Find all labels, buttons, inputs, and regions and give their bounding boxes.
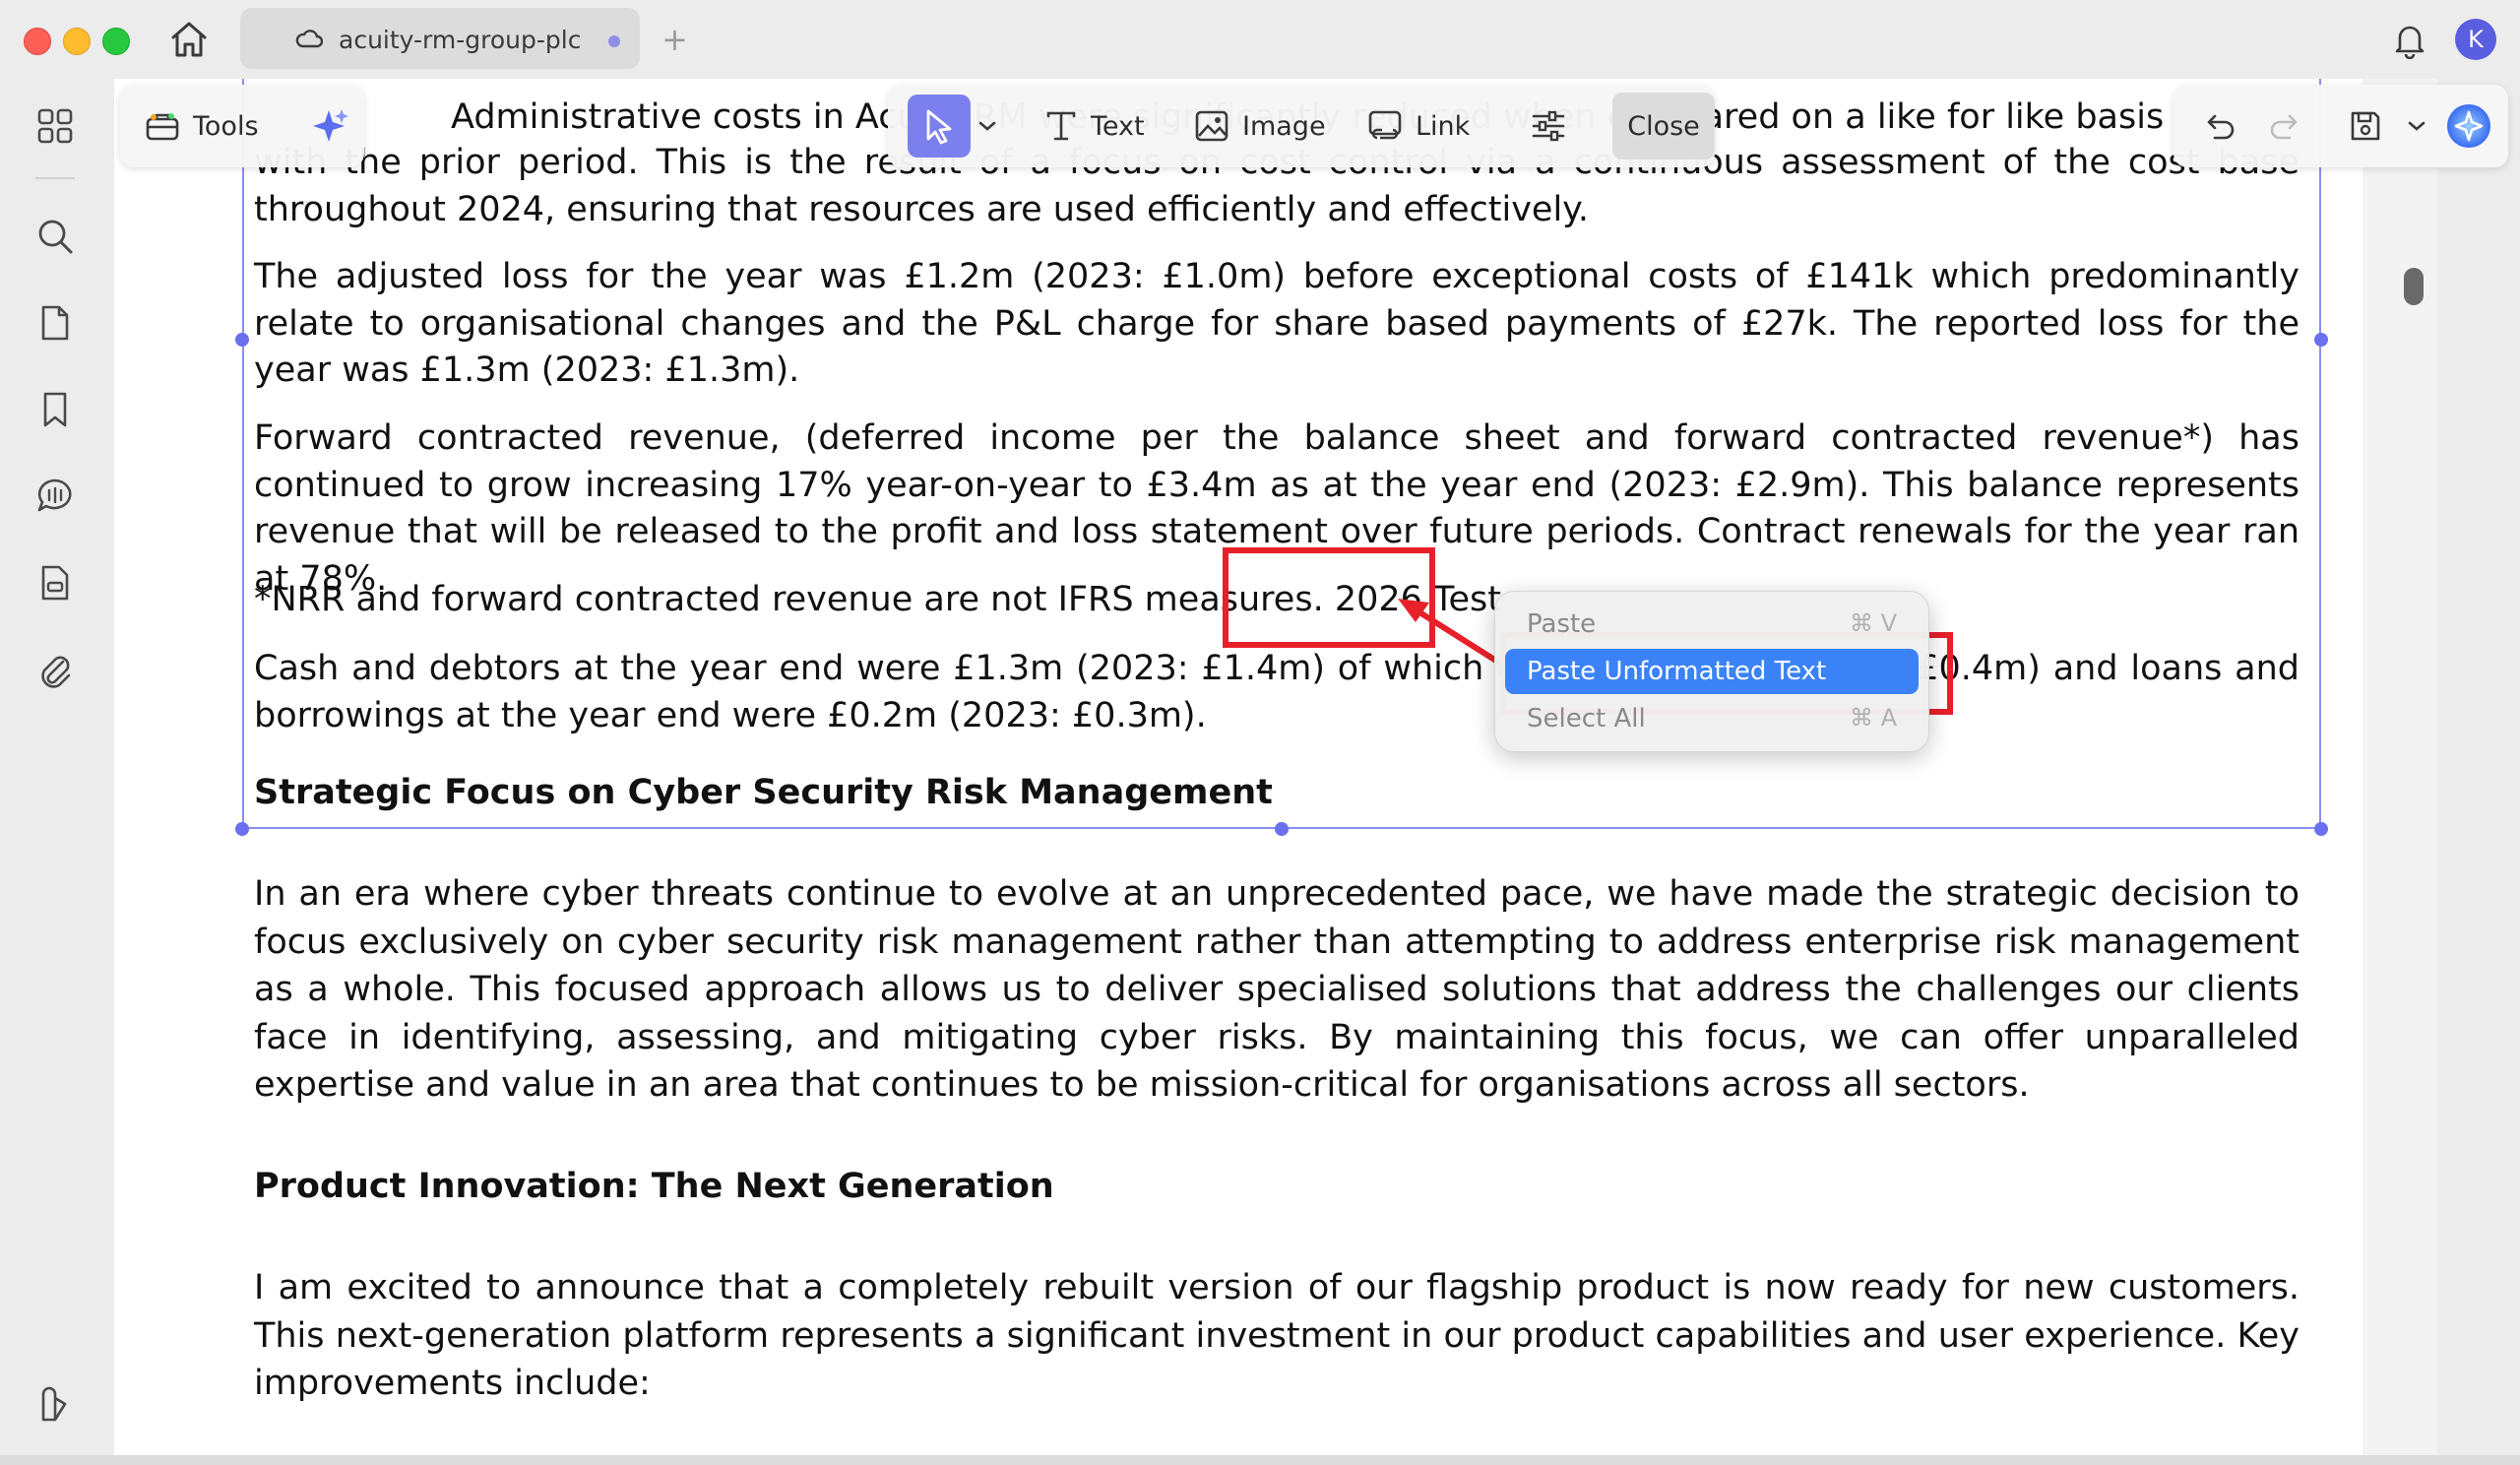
bookmark-icon[interactable] [33,388,77,431]
undo-icon[interactable] [2201,85,2248,167]
tools-toolbar: Tools [120,85,364,167]
link-tool-label: Link [1416,110,1471,142]
theme-icon[interactable] [33,1382,77,1426]
resize-handle-left[interactable] [235,333,249,347]
ai-assistant-icon[interactable] [2443,85,2506,167]
cloud-icon [295,30,323,48]
window-bottom-edge [0,1455,2520,1465]
scrollbar-thumb[interactable] [2404,268,2424,305]
toolbox-icon [146,113,179,141]
resize-handle-bottom[interactable] [1275,822,1289,836]
redo-icon[interactable] [2268,85,2315,167]
text-tool-label: Text [1091,110,1145,142]
sidebar-divider [35,177,75,179]
text-tool-icon [1046,111,1076,141]
close-window-button[interactable] [24,28,51,55]
paragraph-adjusted-loss[interactable]: The adjusted loss for the year was £1.2m… [254,254,2300,395]
attachment-icon[interactable] [33,648,77,691]
resize-handle-bottom-left[interactable] [235,822,249,836]
paragraph-product[interactable]: I am excited to announce that a complete… [254,1264,2300,1408]
history-toolbar [2174,85,2508,167]
link-tool-icon [1368,110,1402,140]
unsaved-indicator [608,35,620,47]
tab-title: acuity-rm-group-plc [339,26,582,54]
close-edit-button[interactable]: Close [1612,93,1715,159]
heading-product-innovation: Product Innovation: The Next Generation [254,1167,1054,1206]
form-icon[interactable] [33,561,77,605]
heading-cyber-security: Strategic Focus on Cyber Security Risk M… [254,773,1273,812]
edit-toolbar: Text Image Link Close [888,85,1715,167]
title-bar: acuity-rm-group-plc + K [0,0,2520,79]
link-tool-button[interactable]: Link [1366,85,1470,167]
tools-label: Tools [193,110,259,142]
user-avatar[interactable]: K [2455,19,2496,60]
properties-sliders-icon[interactable] [1530,85,1579,167]
maximize-window-button[interactable] [102,28,130,55]
menu-item-select-all[interactable]: Select All ⌘ A [1505,696,1919,741]
search-icon[interactable] [33,215,77,258]
minimize-window-button[interactable] [63,28,91,55]
left-sidebar [0,79,110,1465]
comment-icon[interactable] [33,475,77,518]
save-icon[interactable] [2347,85,2396,167]
image-tool-button[interactable]: Image [1193,85,1326,167]
text-tool-button[interactable]: Text [1043,85,1145,167]
document-tab[interactable]: acuity-rm-group-plc [240,8,640,69]
paragraph-cash-debtors[interactable]: Cash and debtors at the year end were £1… [254,646,2300,739]
annotation-box-2026-test [1223,547,1435,648]
image-tool-label: Image [1242,110,1326,142]
document-canvas[interactable]: Administrative costs in Acuity RM were s… [114,79,2437,1457]
menu-item-paste[interactable]: Paste ⌘ V [1505,602,1919,647]
select-tool-button[interactable] [908,95,971,158]
ai-sparkle-icon[interactable] [307,85,362,167]
new-tab-button[interactable]: + [662,20,688,59]
menu-item-paste-unformatted[interactable]: Paste Unformatted Text [1505,649,1919,694]
resize-handle-right[interactable] [2314,333,2328,347]
image-tool-icon [1195,110,1228,142]
grid-icon[interactable] [33,104,77,148]
save-options-chevron-icon[interactable] [2406,85,2439,167]
resize-handle-bottom-right[interactable] [2314,822,2328,836]
pages-icon[interactable] [33,301,77,345]
chevron-down-icon[interactable] [976,85,1010,167]
notification-bell-icon[interactable] [2390,20,2429,60]
context-menu: Paste ⌘ V Paste Unformatted Text Select … [1494,591,1929,752]
tools-button[interactable]: Tools [144,85,259,167]
vertical-scrollbar[interactable] [2362,79,2437,1457]
paragraph-cyber-focus[interactable]: In an era where cyber threats continue t… [254,870,2300,1110]
cursor-arrow-icon [926,109,952,145]
home-icon[interactable] [165,18,213,61]
